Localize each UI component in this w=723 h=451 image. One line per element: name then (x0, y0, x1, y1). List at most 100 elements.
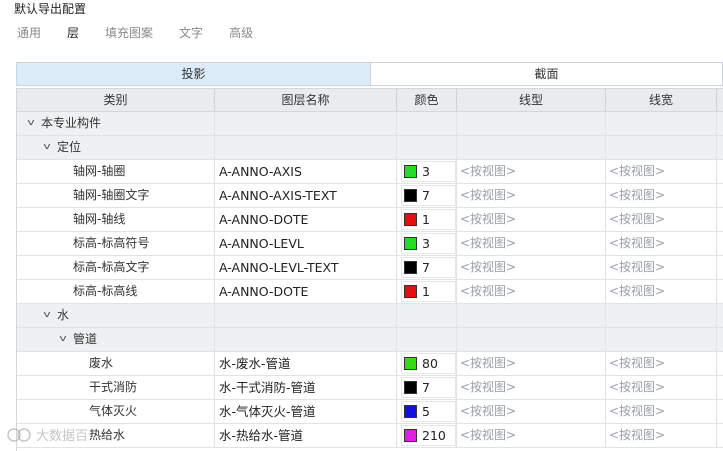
watermark-logo-icon (7, 427, 31, 442)
layer-name-cell[interactable]: 水-废水-管道 (215, 352, 397, 375)
table-row[interactable]: 标高-标高符号 A-ANNO-LEVL 3 <按视图> <按视图> (17, 232, 723, 256)
linetype-cell[interactable]: <按视图> (457, 400, 606, 423)
lineweight-cell[interactable]: <按视图> (606, 160, 717, 183)
category-label: 轴网-轴线 (73, 212, 126, 226)
linetype-cell[interactable]: <按视图> (457, 256, 606, 279)
color-picker[interactable]: 1 (401, 209, 456, 230)
linetype-cell[interactable]: <按视图> (457, 184, 606, 207)
lineweight-cell[interactable]: <按视图> (606, 376, 717, 399)
linetype-cell (457, 304, 606, 327)
lineweight-cell[interactable]: <按视图> (606, 232, 717, 255)
color-picker[interactable]: 7 (401, 185, 456, 206)
color-swatch (404, 261, 417, 274)
column-header-linetype[interactable]: 线型 (457, 89, 606, 111)
color-swatch (404, 285, 417, 298)
lineweight-cell[interactable]: <按视图> (606, 184, 717, 207)
chevron-down-icon[interactable]: v (39, 136, 56, 159)
color-picker[interactable]: 7 (401, 377, 456, 398)
lineweight-cell[interactable]: <按视图> (606, 208, 717, 231)
linetype-cell (457, 112, 606, 135)
lineweight-cell[interactable]: <按视图> (606, 352, 717, 375)
category-cell: 轴网-轴线 (17, 208, 215, 231)
color-swatch (404, 381, 417, 394)
lineweight-cell[interactable]: <按视图> (606, 400, 717, 423)
color-index: 1 (422, 284, 430, 299)
tree-group-row[interactable]: v 本专业构件 (17, 112, 723, 136)
tab-advanced[interactable]: 高级 (229, 24, 253, 42)
color-picker[interactable]: 3 (401, 233, 456, 254)
table-row[interactable]: 轴网-轴圈文字 A-ANNO-AXIS-TEXT 7 <按视图> <按视图> (17, 184, 723, 208)
table-row[interactable]: 轴网-轴线 A-ANNO-DOTE 1 <按视图> <按视图> (17, 208, 723, 232)
tab-general[interactable]: 通用 (17, 24, 41, 42)
watermark: 大数据百 (6, 425, 88, 444)
layer-name-cell[interactable]: 水-干式消防-管道 (215, 376, 397, 399)
category-label: 废水 (89, 356, 114, 370)
layer-name-cell[interactable]: A-ANNO-LEVL (215, 232, 397, 255)
category-label: 水 (57, 308, 70, 322)
linetype-cell[interactable]: <按视图> (457, 424, 606, 447)
lineweight-cell (606, 112, 717, 135)
chevron-down-icon[interactable]: v (55, 328, 72, 351)
color-picker[interactable]: 3 (401, 161, 456, 182)
chevron-down-icon[interactable]: v (23, 112, 40, 135)
table-row[interactable]: 轴网-轴圈 A-ANNO-AXIS 3 <按视图> <按视图> (17, 160, 723, 184)
color-index: 7 (422, 188, 430, 203)
category-cell: 干式消防 (17, 376, 215, 399)
tab-layers[interactable]: 层 (67, 24, 79, 42)
tree-group-row[interactable]: v水 (17, 304, 723, 328)
table-row[interactable]: 干式消防 水-干式消防-管道 7 <按视图> <按视图> (17, 376, 723, 400)
color-swatch (404, 165, 417, 178)
layer-name-cell[interactable]: A-ANNO-DOTE (215, 280, 397, 303)
layer-name-cell[interactable]: A-ANNO-LEVL-TEXT (215, 256, 397, 279)
tree-group-row[interactable]: v 管道 (17, 328, 723, 352)
tree-group-row[interactable]: v 定位 (17, 136, 723, 160)
category-label: 标高-标高符号 (73, 236, 150, 250)
color-picker[interactable]: 80 (401, 353, 456, 374)
category-label: 干式消防 (89, 380, 138, 394)
color-index: 3 (422, 164, 430, 179)
section-button[interactable]: 截面 (371, 63, 722, 85)
linetype-cell[interactable]: <按视图> (457, 208, 606, 231)
column-header-layer-name[interactable]: 图层名称 (215, 89, 397, 111)
color-index: 5 (422, 404, 430, 419)
table-row[interactable]: 废水 水-废水-管道 80 <按视图> <按视图> (17, 352, 723, 376)
color-index: 7 (422, 260, 430, 275)
lineweight-cell[interactable]: <按视图> (606, 280, 717, 303)
lineweight-cell[interactable]: <按视图> (606, 424, 717, 447)
linetype-cell[interactable]: <按视图> (457, 160, 606, 183)
column-header-color[interactable]: 颜色 (397, 89, 457, 111)
layer-name-cell[interactable]: 水-气体灭火-管道 (215, 400, 397, 423)
column-header-category[interactable]: 类别 (17, 89, 215, 111)
category-label: 轴网-轴圈 (73, 164, 126, 178)
linetype-cell[interactable]: <按视图> (457, 280, 606, 303)
linetype-cell[interactable]: <按视图> (457, 376, 606, 399)
color-swatch (404, 237, 417, 250)
category-label: 管道 (73, 332, 98, 346)
linetype-cell[interactable]: <按视图> (457, 352, 606, 375)
layer-name-cell[interactable]: 水-热给水-管道 (215, 424, 397, 447)
color-swatch (404, 213, 417, 226)
table-row[interactable]: 气体灭火 水-气体灭火-管道 5 <按视图> <按视图> (17, 400, 723, 424)
table-row[interactable]: 标高-标高文字 A-ANNO-LEVL-TEXT 7 <按视图> <按视图> (17, 256, 723, 280)
color-picker[interactable]: 1 (401, 281, 456, 302)
chevron-down-icon[interactable]: v (39, 304, 56, 327)
layer-name-cell[interactable]: A-ANNO-AXIS-TEXT (215, 184, 397, 207)
tab-fill-patterns[interactable]: 填充图案 (105, 24, 153, 42)
table-header: 类别 图层名称 颜色 线型 线宽 (17, 88, 723, 112)
lineweight-cell[interactable]: <按视图> (606, 256, 717, 279)
table-row[interactable]: 标高-标高线 A-ANNO-DOTE 1 <按视图> <按视图> (17, 280, 723, 304)
color-picker[interactable]: 7 (401, 257, 456, 278)
linetype-cell[interactable]: <按视图> (457, 232, 606, 255)
color-cell (397, 136, 457, 159)
column-header-lineweight[interactable]: 线宽 (606, 89, 717, 111)
layer-name-cell[interactable]: A-ANNO-DOTE (215, 208, 397, 231)
color-cell: 3 (397, 160, 457, 183)
category-label: 定位 (57, 140, 82, 154)
color-picker[interactable]: 5 (401, 401, 456, 422)
tab-text[interactable]: 文字 (179, 24, 203, 42)
color-picker[interactable]: 210 (401, 425, 456, 446)
color-cell: 7 (397, 376, 457, 399)
projection-button[interactable]: 投影 (17, 63, 371, 85)
layer-name-cell[interactable]: A-ANNO-AXIS (215, 160, 397, 183)
table-row[interactable]: 热给水 水-热给水-管道 210 <按视图> <按视图> (17, 424, 723, 448)
